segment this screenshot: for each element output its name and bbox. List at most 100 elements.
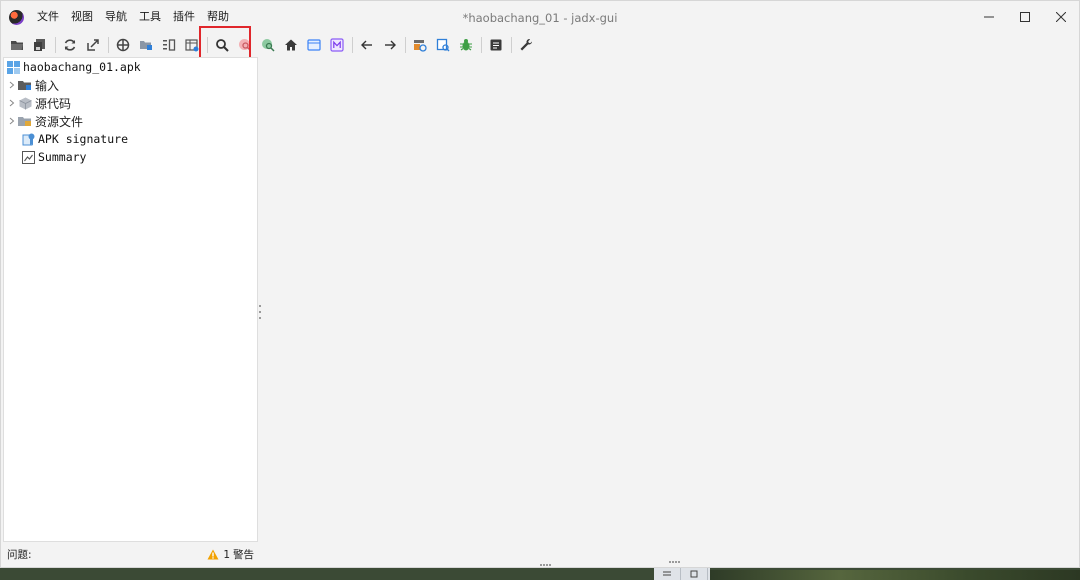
wrench-icon — [520, 38, 532, 51]
menu-bar: 文件 视图 导航 工具 插件 帮助 — [31, 1, 235, 33]
tree-item-label: APK signature — [38, 132, 129, 146]
resource-folder-icon — [18, 114, 32, 128]
tree-item-input[interactable]: 输入 — [6, 76, 59, 94]
menu-help[interactable]: 帮助 — [201, 1, 235, 33]
preferences-button[interactable] — [515, 34, 537, 56]
toolbar-separator — [405, 37, 406, 53]
issues-label: 问题: — [7, 549, 32, 561]
export-button[interactable] — [82, 34, 104, 56]
debug-button[interactable] — [455, 34, 477, 56]
maximize-button[interactable] — [1007, 1, 1043, 33]
toolbar-separator — [352, 37, 353, 53]
tree-root-label: haobachang_01.apk — [23, 60, 141, 74]
text-search-button[interactable] — [257, 34, 279, 56]
log-icon — [490, 39, 502, 51]
forward-button[interactable] — [379, 34, 401, 56]
tree-item-apk-signature[interactable]: APK signature — [21, 130, 128, 148]
source-package-icon — [18, 96, 32, 110]
minimize-icon — [984, 16, 994, 18]
chevron-right-icon[interactable] — [6, 81, 18, 89]
search-icon — [216, 39, 229, 52]
split-view-button[interactable] — [158, 34, 180, 56]
menu-file[interactable]: 文件 — [31, 1, 65, 33]
menu-navigation[interactable]: 导航 — [99, 1, 133, 33]
text-search-icon — [262, 39, 275, 52]
flatten-packages-button[interactable] — [135, 34, 157, 56]
toolbar — [1, 33, 1079, 57]
toolbar-separator — [511, 37, 512, 53]
back-arrow-icon — [361, 40, 372, 50]
issues-status-bar: 问题: 1 警告 — [3, 543, 258, 565]
toolbar-separator — [108, 37, 109, 53]
bottom-splitter-grip[interactable] — [540, 564, 551, 567]
memory-icon — [330, 38, 344, 52]
warning-indicator[interactable]: 1 警告 — [207, 547, 254, 562]
chevron-right-icon[interactable] — [6, 99, 18, 107]
tree-item-summary[interactable]: Summary — [21, 148, 86, 166]
tree-root[interactable]: haobachang_01.apk — [6, 58, 141, 76]
decompile-button[interactable] — [432, 34, 454, 56]
tree-item-label: 源代码 — [35, 96, 72, 111]
save-all-button[interactable] — [29, 34, 51, 56]
search-usage-button[interactable] — [234, 34, 256, 56]
forward-arrow-icon — [385, 40, 396, 50]
warning-icon — [207, 549, 219, 560]
home-icon — [285, 39, 297, 51]
home-button[interactable] — [280, 34, 302, 56]
editor-area[interactable] — [262, 57, 1079, 542]
window-controls — [971, 1, 1079, 33]
certificate-icon — [21, 132, 35, 146]
activity-button[interactable] — [303, 34, 325, 56]
square-icon[interactable] — [681, 568, 708, 580]
menu-plugins[interactable]: 插件 — [167, 1, 201, 33]
minimize-button[interactable] — [971, 1, 1007, 33]
bottom-splitter-grip-right[interactable] — [669, 561, 680, 564]
jadx-gui-window: 文件 视图 导航 工具 插件 帮助 *haobachang_01 - jadx-… — [0, 0, 1080, 568]
close-icon — [1056, 12, 1066, 22]
split-view-icon — [163, 39, 176, 51]
table-view-button[interactable] — [181, 34, 203, 56]
tree-item-label: Summary — [38, 150, 87, 164]
sync-classes-icon — [116, 38, 130, 52]
decompile-icon — [436, 38, 450, 52]
menu-tools[interactable]: 工具 — [133, 1, 167, 33]
log-viewer-button[interactable] — [485, 34, 507, 56]
sync-classes-button[interactable] — [112, 34, 134, 56]
menu-view[interactable]: 视图 — [65, 1, 99, 33]
tree-item-label: 资源文件 — [35, 114, 84, 129]
open-file-button[interactable] — [6, 34, 28, 56]
title-bar: 文件 视图 导航 工具 插件 帮助 *haobachang_01 - jadx-… — [1, 1, 1079, 33]
save-all-icon — [34, 39, 45, 51]
table-icon — [185, 39, 199, 52]
apk-icon — [6, 60, 20, 74]
method-button[interactable] — [326, 34, 348, 56]
maximize-icon — [1020, 12, 1030, 22]
sync-icon — [64, 39, 76, 51]
resources-button[interactable] — [409, 34, 431, 56]
reload-button[interactable] — [59, 34, 81, 56]
taskbar-fragment — [654, 568, 710, 580]
input-folder-icon — [18, 78, 32, 92]
panel-splitter[interactable] — [258, 305, 261, 319]
debug-bug-icon — [460, 39, 472, 51]
warning-label: 警告 — [233, 549, 254, 561]
jadx-logo-icon — [9, 10, 24, 25]
folder-grid-icon — [140, 41, 152, 50]
tree-item-source[interactable]: 源代码 — [6, 94, 71, 112]
open-folder-icon — [11, 41, 23, 50]
menu-lines-icon[interactable] — [654, 568, 681, 580]
back-button[interactable] — [356, 34, 378, 56]
search-usage-icon — [239, 39, 252, 52]
search-button[interactable] — [211, 34, 233, 56]
project-tree[interactable]: haobachang_01.apk 输入 源代码 资源文件 APK signat… — [3, 57, 258, 542]
close-button[interactable] — [1043, 1, 1079, 33]
export-icon — [87, 39, 99, 51]
toolbar-separator — [55, 37, 56, 53]
toolbar-separator — [481, 37, 482, 53]
chevron-right-icon[interactable] — [6, 117, 18, 125]
summary-chart-icon — [21, 150, 35, 164]
tree-item-label: 输入 — [35, 78, 60, 93]
window-icon — [307, 39, 321, 51]
tree-item-resources[interactable]: 资源文件 — [6, 112, 83, 130]
toolbar-separator — [207, 37, 208, 53]
